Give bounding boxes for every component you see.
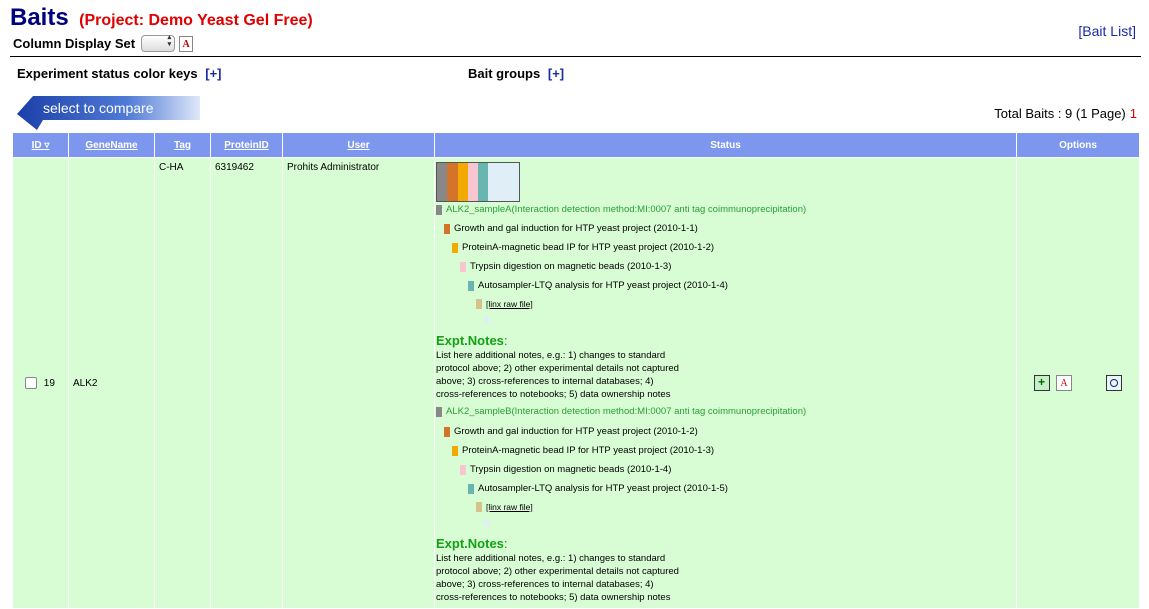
user-cell: Prohits Administrator bbox=[282, 157, 435, 609]
sample-a-step-4: Autosampler-LTQ analysis for HTP yeast p… bbox=[468, 280, 728, 291]
sample-a-step-1: Growth and gal induction for HTP yeast p… bbox=[444, 223, 698, 234]
sample-b-step-6 bbox=[484, 520, 494, 526]
sample-b-step-2: ProteinA-magnetic bead IP for HTP yeast … bbox=[452, 445, 714, 456]
col-tag[interactable]: Tag bbox=[154, 132, 211, 158]
table-header-row: ID ▿ GeneName Tag ProteinID User Status … bbox=[12, 132, 1140, 158]
sample-a-step-6 bbox=[484, 317, 494, 323]
status-cell: ALK2_sampleA(Interaction detection metho… bbox=[434, 157, 1017, 609]
page-link[interactable]: 1 bbox=[1130, 106, 1137, 121]
bait-id: 19 bbox=[43, 377, 55, 389]
status-strip-segment bbox=[437, 163, 448, 201]
col-status: Status bbox=[434, 132, 1017, 158]
sample-a-step-3: Trypsin digestion on magnetic beads (201… bbox=[460, 261, 671, 272]
pdf-icon[interactable]: A bbox=[179, 35, 194, 52]
status-color-strip[interactable] bbox=[436, 162, 520, 202]
add-icon[interactable] bbox=[1034, 375, 1050, 391]
bait-groups: Bait groups [+] bbox=[468, 66, 564, 81]
raw-file-link[interactable]: [linx raw file] bbox=[486, 502, 533, 512]
experiment-keys-toggle[interactable]: [+] bbox=[205, 66, 221, 81]
bait-groups-toggle[interactable]: [+] bbox=[548, 66, 564, 81]
options-icons: A bbox=[1017, 158, 1139, 608]
column-display-select[interactable] bbox=[141, 34, 176, 52]
notes-body-b: List here additional notes, e.g.: 1) cha… bbox=[436, 553, 679, 603]
tag-value: C-HA bbox=[159, 162, 184, 173]
sort-down-icon: ▿ bbox=[44, 139, 50, 151]
status-content: ALK2_sampleA(Interaction detection metho… bbox=[435, 158, 1016, 608]
gene-cell: ALK2 bbox=[68, 157, 155, 609]
select-to-compare-label: select to compare bbox=[43, 100, 154, 116]
pdf-icon[interactable]: A bbox=[1056, 375, 1072, 391]
page-header: Baits (Project: Demo Yeast Gel Free) bbox=[10, 4, 313, 32]
sample-a-name[interactable]: ALK2_sampleA(Interaction detection metho… bbox=[446, 204, 806, 215]
baits-table: ID ▿ GeneName Tag ProteinID User Status … bbox=[12, 132, 1140, 609]
column-display-label: Column Display Set bbox=[13, 36, 136, 51]
row-checkbox[interactable] bbox=[25, 377, 37, 389]
experiment-status-keys: Experiment status color keys [+] bbox=[17, 66, 222, 81]
project-name: (Project: Demo Yeast Gel Free) bbox=[79, 12, 313, 29]
total-baits: Total Baits : 9 (1 Page) 1 bbox=[994, 106, 1137, 121]
sample-b-name[interactable]: ALK2_sampleB(Interaction detection metho… bbox=[446, 406, 806, 417]
sample-b-raw: [linx raw file] bbox=[476, 502, 533, 512]
status-strip-segment bbox=[457, 163, 468, 201]
status-strip-segment bbox=[478, 163, 489, 201]
table-row: 19 ALK2 C-HA 6319462 Prohits Administrat… bbox=[12, 157, 1140, 609]
col-proteinid[interactable]: ProteinID bbox=[210, 132, 283, 158]
sample-b-step-3: Trypsin digestion on magnetic beads (201… bbox=[460, 464, 671, 475]
tag-cell: C-HA bbox=[154, 157, 211, 609]
notes-title-a: Expt.Notes: bbox=[436, 333, 508, 348]
protein-cell: 6319462 bbox=[210, 157, 283, 609]
col-id[interactable]: ID ▿ bbox=[12, 132, 69, 158]
select-to-compare-button[interactable]: select to compare bbox=[15, 94, 200, 130]
raw-file-link[interactable]: [linx raw file] bbox=[486, 299, 533, 309]
header-divider bbox=[10, 56, 1141, 57]
status-strip-segment bbox=[488, 163, 519, 201]
id-cell: 19 bbox=[12, 157, 69, 609]
sample-a-step-2: ProteinA-magnetic bead IP for HTP yeast … bbox=[452, 242, 714, 253]
experiment-keys-label: Experiment status color keys bbox=[17, 66, 198, 81]
total-baits-text: Total Baits : 9 (1 Page) bbox=[994, 106, 1126, 121]
sample-b-step-1: Growth and gal induction for HTP yeast p… bbox=[444, 426, 698, 437]
col-genename[interactable]: GeneName bbox=[68, 132, 155, 158]
sample-b-step-4: Autosampler-LTQ analysis for HTP yeast p… bbox=[468, 483, 728, 494]
page-title: Baits bbox=[10, 4, 69, 31]
sample-a-row: ALK2_sampleA(Interaction detection metho… bbox=[436, 204, 806, 215]
bait-list-link[interactable]: [Bait List] bbox=[1078, 23, 1136, 39]
options-cell: A bbox=[1016, 157, 1140, 609]
user-name: Prohits Administrator bbox=[287, 162, 380, 173]
protein-id: 6319462 bbox=[215, 162, 254, 173]
status-strip-segment bbox=[447, 163, 458, 201]
col-options: Options bbox=[1016, 132, 1140, 158]
column-display-set: Column Display Set A bbox=[13, 34, 194, 52]
gene-name: ALK2 bbox=[73, 377, 98, 389]
notes-body-a: List here additional notes, e.g.: 1) cha… bbox=[436, 350, 679, 400]
bait-groups-label: Bait groups bbox=[468, 66, 541, 81]
search-icon[interactable] bbox=[1106, 375, 1122, 391]
sample-a-raw: [linx raw file] bbox=[476, 299, 533, 309]
notes-title-b: Expt.Notes: bbox=[436, 536, 508, 551]
sample-b-row: ALK2_sampleB(Interaction detection metho… bbox=[436, 406, 806, 417]
status-strip-segment bbox=[467, 163, 478, 201]
col-user[interactable]: User bbox=[282, 132, 435, 158]
